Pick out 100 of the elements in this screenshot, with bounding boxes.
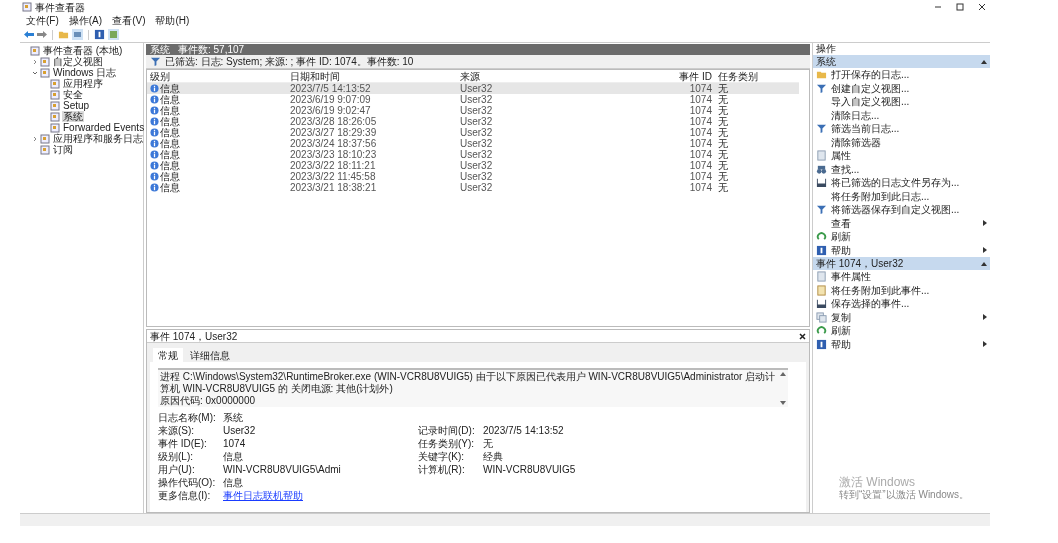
chevron-right-icon[interactable]: [32, 58, 38, 65]
field-label: 记录时间(D):: [418, 425, 476, 436]
tree-item[interactable]: 应用程序和服务日志: [52, 133, 144, 144]
table-cell: 信息: [160, 116, 180, 127]
log-icon: [30, 45, 40, 56]
action-item[interactable]: 将筛选器保存到自定义视图...: [813, 203, 990, 217]
table-row[interactable]: 信息 2023/3/23 18:10:23 User32 1074 无: [147, 149, 799, 160]
info-icon: [150, 106, 159, 115]
table-cell-text: User32: [459, 83, 494, 94]
menu-item[interactable]: 文件(F): [26, 15, 59, 26]
table-row[interactable]: 信息 2023/6/19 9:02:47 User32 1074 无: [147, 105, 799, 116]
action-item[interactable]: 将任务附加到此事件...: [813, 283, 990, 297]
tree-item[interactable]: 自定义视图: [52, 56, 104, 67]
table-row[interactable]: 信息 2023/3/21 18:38:21 User32 1074 无: [147, 182, 799, 193]
action-item[interactable]: 将任务附加到此日志...: [813, 189, 990, 203]
action-item[interactable]: 查看: [813, 216, 990, 230]
action-item[interactable]: 创建自定义视图...: [813, 81, 990, 95]
chevron-right-icon[interactable]: [32, 135, 38, 142]
table-cell-text: 2023/7/5 14:13:52: [289, 83, 372, 94]
menu-item[interactable]: 查看(V): [112, 15, 146, 26]
collapse-icon[interactable]: [981, 261, 987, 266]
table-row[interactable]: 信息 2023/7/5 14:13:52 User32 1074 无: [147, 83, 799, 94]
minimize-icon[interactable]: [934, 3, 942, 11]
menu-item[interactable]: 帮助(H): [155, 15, 190, 26]
table-row[interactable]: 信息 2023/3/22 18:11:21 User32 1074 无: [147, 160, 799, 171]
action-item[interactable]: 保存选择的事件...: [813, 297, 990, 311]
window-title: 事件查看器: [35, 1, 85, 13]
close-icon[interactable]: [978, 3, 986, 11]
log-icon: [50, 111, 60, 122]
action-item[interactable]: 查找...: [813, 162, 990, 176]
scroll-down-icon[interactable]: [780, 401, 786, 405]
close-icon[interactable]: [799, 332, 806, 340]
field-label: 日志名称(M):: [158, 412, 217, 423]
table-cell-text: 无: [717, 160, 729, 171]
table-cell-text: 2023/3/21 18:38:21: [289, 182, 378, 193]
table-cell-text: 无: [717, 116, 729, 127]
tree-item[interactable]: Forwarded Events: [62, 122, 146, 133]
table-cell-text: 2023/3/28 18:26:05: [289, 116, 378, 127]
forward-arrow-icon[interactable]: [37, 30, 47, 39]
folder-icon: [58, 29, 69, 40]
table-row[interactable]: 信息 2023/3/27 18:29:39 User32 1074 无: [147, 127, 799, 138]
section-header[interactable]: 事件 1074，User32: [813, 257, 990, 270]
table-row[interactable]: 信息 2023/3/22 11:45:58 User32 1074 无: [147, 171, 799, 182]
tree-item[interactable]: 安全: [62, 89, 84, 100]
tab[interactable]: 详细信息: [185, 348, 235, 362]
tab[interactable]: 常规: [153, 348, 183, 362]
tree-item[interactable]: 事件查看器 (本地): [42, 45, 124, 56]
scroll-up-icon[interactable]: [780, 372, 786, 376]
actions-title: 操作: [815, 43, 837, 55]
action-item[interactable]: 清除筛选器: [813, 135, 990, 149]
maximize-icon[interactable]: [956, 3, 964, 11]
panel-icon[interactable]: [72, 29, 83, 40]
field-value: User32: [223, 425, 256, 436]
log-icon: [50, 122, 60, 133]
tree-item[interactable]: Windows 日志: [52, 67, 118, 78]
action-item[interactable]: 事件属性: [813, 270, 990, 284]
tree-item[interactable]: 应用程序: [62, 78, 104, 89]
field-value: 系统: [223, 412, 243, 423]
table-row[interactable]: 信息 2023/3/28 18:26:05 User32 1074 无: [147, 116, 799, 127]
column-header[interactable]: 级别: [147, 70, 287, 82]
column-header[interactable]: 事件 ID: [625, 70, 715, 82]
table-row[interactable]: 信息 2023/3/24 18:37:56 User32 1074 无: [147, 138, 799, 149]
column-header[interactable]: 来源: [457, 70, 625, 82]
log-name: 系统: [150, 44, 170, 55]
table-cell-text: 1074: [688, 127, 713, 138]
info-icon: [150, 161, 159, 170]
field-value: WIN-VCR8U8VUIG5: [483, 464, 576, 475]
help-link[interactable]: 事件日志联机帮助: [223, 490, 303, 501]
help-icon: [816, 244, 827, 256]
table-row[interactable]: 信息 2023/6/19 9:07:09 User32 1074 无: [147, 94, 799, 105]
action-item[interactable]: 复制: [813, 310, 990, 324]
tree-item[interactable]: 系统: [62, 111, 84, 122]
section-header[interactable]: 系统: [813, 55, 990, 68]
action-item[interactable]: 清除日志...: [813, 108, 990, 122]
action-item[interactable]: 将已筛选的日志文件另存为...: [813, 176, 990, 190]
action-item[interactable]: 导入自定义视图...: [813, 95, 990, 109]
action-item[interactable]: 刷新: [813, 230, 990, 244]
column-header[interactable]: 任务类别: [715, 70, 799, 82]
table-cell-text: 无: [717, 94, 729, 105]
action-item[interactable]: 筛选当前日志...: [813, 122, 990, 136]
chevron-down-icon[interactable]: [32, 69, 38, 76]
info-icon: [150, 128, 159, 137]
action-item[interactable]: 帮助: [813, 337, 990, 351]
collapse-icon[interactable]: [981, 59, 987, 64]
table-cell-text: 1074: [688, 182, 713, 193]
action-item[interactable]: 帮助: [813, 243, 990, 257]
page-icon: [816, 150, 827, 162]
action-item[interactable]: 打开保存的日志...: [813, 68, 990, 82]
log-icon: [50, 78, 60, 89]
tree-item[interactable]: Setup: [62, 100, 91, 111]
table-cell-text: 2023/3/27 18:29:39: [289, 127, 378, 138]
tree-item[interactable]: 订阅: [52, 144, 74, 155]
menu-item[interactable]: 操作(A): [68, 15, 103, 26]
table-cell-text: User32: [459, 171, 494, 182]
action-item[interactable]: 属性: [813, 149, 990, 163]
column-header[interactable]: 日期和时间: [287, 70, 457, 82]
folder-icon: [816, 69, 827, 81]
action-item[interactable]: 刷新: [813, 324, 990, 338]
back-arrow-icon[interactable]: [24, 30, 34, 39]
table-cell-text: 1074: [688, 94, 713, 105]
